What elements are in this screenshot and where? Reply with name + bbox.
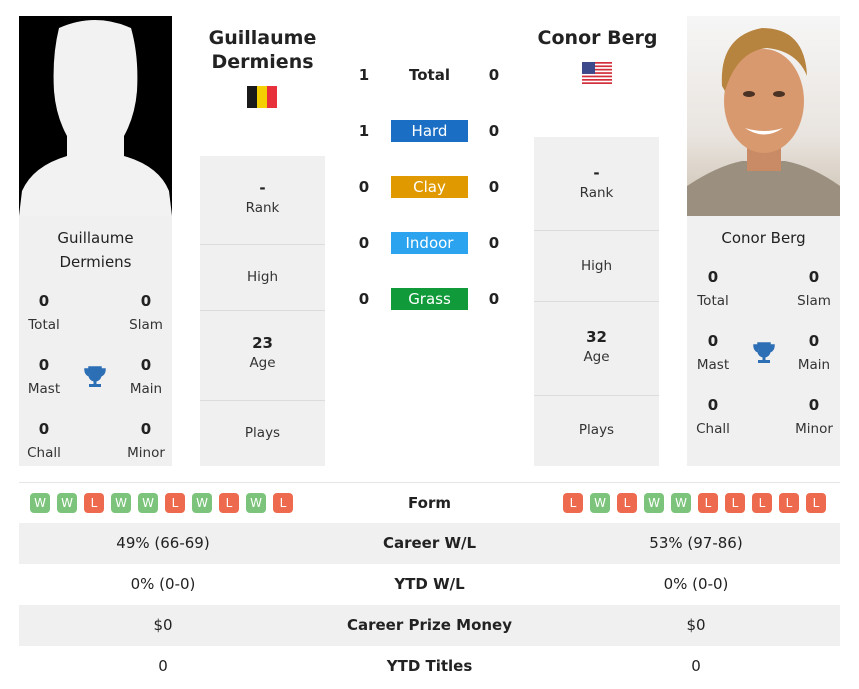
form-badge-win: W [111,493,131,513]
surface-badge-grass: Grass [391,288,468,310]
trophy-icon [82,364,108,390]
form-row: WWLWWLWLWL Form LWLWWLLLLL [19,482,840,522]
comparison-row-ytd-wl: 0% (0-0) YTD W/L 0% (0-0) [19,564,840,605]
right-plays: Plays [578,422,615,438]
right-rank: - Rank [534,137,659,231]
trophy-icon [751,340,777,366]
form-badge-loss: L [617,493,637,513]
row-label: YTD Titles [386,657,473,675]
usa-flag-icon [582,62,612,84]
form-badge-win: W [30,493,50,513]
surface-badge-indoor: Indoor [391,232,468,254]
right-player-card: Conor Berg 0 Total 0 Slam 0 Mast 0 Main … [687,216,840,466]
right-player-title[interactable]: Conor Berg [525,26,670,50]
comparison-row-career-prize: $0 Career Prize Money $0 [19,605,840,646]
h2h-row-clay: 0 Clay 0 [358,176,500,198]
player-portrait-icon [687,28,840,216]
form-badge-loss: L [698,493,718,513]
form-badge-loss: L [165,493,185,513]
row-label: Career Prize Money [346,616,512,634]
left-stat-slam: 0 Slam [129,292,163,333]
right-value: 53% (97-86) [649,534,743,552]
row-label: Career W/L [382,534,477,552]
left-form-badges: WWLWWLWLWL [30,493,293,513]
left-stat-main: 0 Main [129,356,163,397]
right-stat-main: 0 Main [797,332,831,373]
right-value: $0 [686,616,706,634]
h2h-row-indoor: 0 Indoor 0 [358,232,500,254]
right-stat-total: 0 Total [697,268,729,309]
left-player-card: Guillaume Dermiens 0 Total 0 Slam 0 Mast… [19,216,172,466]
left-player-name-line1: Guillaume [57,229,134,247]
right-player-name: Conor Berg [721,229,806,247]
left-value: 0% (0-0) [130,575,196,593]
silhouette-icon [19,20,172,216]
comparison-row-ytd-titles: 0 YTD Titles 0 [19,646,840,687]
form-badge-loss: L [563,493,583,513]
row-label: YTD W/L [394,575,465,593]
right-high: High [534,231,659,302]
form-badge-loss: L [725,493,745,513]
h2h-row-total: 1 Total 0 [358,66,500,84]
right-stat-slam: 0 Slam [797,268,831,309]
left-stat-mast: 0 Mast [27,356,61,397]
left-stat-chall: 0 Chall [27,420,61,461]
form-badge-win: W [671,493,691,513]
surface-badge-clay: Clay [391,176,468,198]
form-badge-loss: L [752,493,772,513]
h2h-label-total: Total [409,66,450,84]
right-value: 0 [691,657,701,675]
form-badge-loss: L [219,493,239,513]
left-player-photo [19,16,172,216]
left-info-column: - Rank High 23 Age Plays [200,156,325,466]
surface-badge-hard: Hard [391,120,468,142]
left-player-title[interactable]: Guillaume Dermiens [190,26,335,74]
right-stat-minor: 0 Minor [795,396,833,437]
right-player-photo [687,16,840,216]
form-badge-loss: L [806,493,826,513]
h2h-row-grass: 0 Grass 0 [358,288,500,310]
belgium-flag-icon [247,86,277,108]
left-value: 49% (66-69) [116,534,210,552]
comparison-row-career-wl: 49% (66-69) Career W/L 53% (97-86) [19,523,840,564]
left-value: $0 [153,616,173,634]
form-badge-win: W [192,493,212,513]
left-age: 23 Age [200,311,325,401]
right-value: 0% (0-0) [663,575,729,593]
form-badge-loss: L [779,493,799,513]
left-player-name-line2: Dermiens [59,253,132,271]
left-value: 0 [158,657,168,675]
right-stat-chall: 0 Chall [696,396,730,437]
right-form-badges: LWLWWLLLLL [563,493,826,513]
right-stat-mast: 0 Mast [696,332,730,373]
form-badge-loss: L [84,493,104,513]
left-rank: - Rank [200,156,325,245]
form-badge-win: W [57,493,77,513]
form-badge-win: W [246,493,266,513]
right-info-column: - Rank High 32 Age Plays [534,137,659,466]
left-high: High [200,245,325,311]
left-plays: Plays [244,425,281,441]
left-stat-minor: 0 Minor [127,420,165,461]
h2h-row-hard: 1 Hard 0 [358,120,500,142]
form-badge-win: W [590,493,610,513]
form-badge-win: W [138,493,158,513]
form-label: Form [408,494,451,512]
form-badge-loss: L [273,493,293,513]
right-age: 32 Age [534,302,659,396]
left-stat-total: 0 Total [28,292,60,333]
form-badge-win: W [644,493,664,513]
